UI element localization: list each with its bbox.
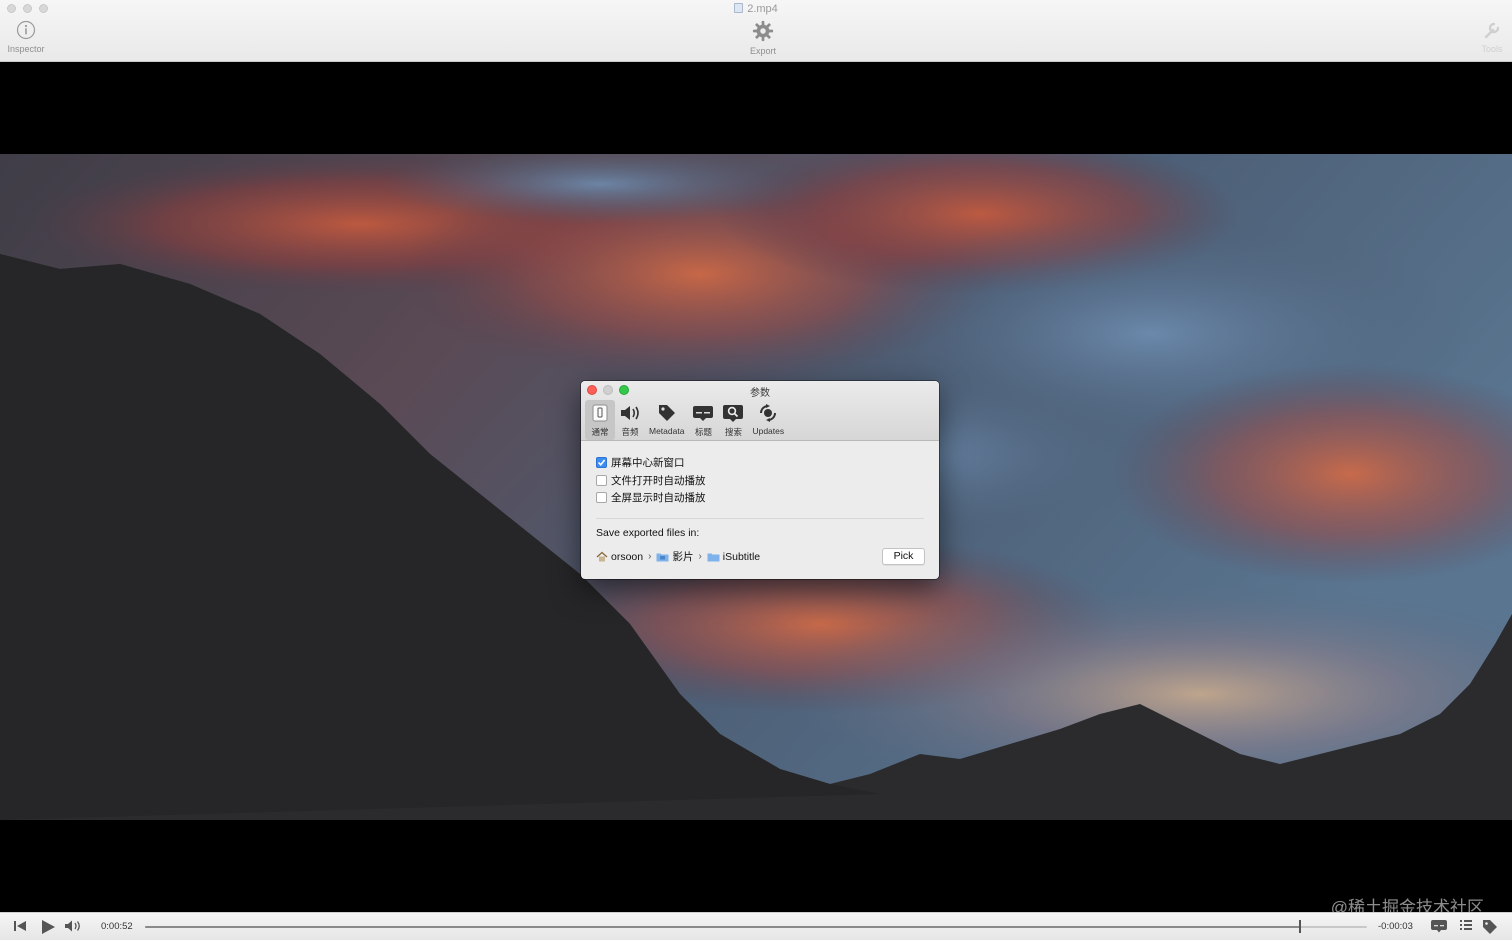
divider <box>596 517 924 519</box>
checkbox-autoplay-on-open[interactable] <box>596 474 607 486</box>
tab-metadata[interactable]: Metadata <box>645 400 688 440</box>
path-segment-isubtitle-label: iSubtitle <box>722 550 761 563</box>
tools-label: Tools <box>1481 44 1503 54</box>
switch-icon <box>589 403 611 423</box>
checkmark-icon <box>597 459 606 467</box>
preferences-dialog: 参数 通常 音频 Metadata 标题 搜索 Updates 屏幕中心新窗口 … <box>581 381 939 579</box>
inspector-button[interactable]: Inspector <box>4 20 48 54</box>
document-icon <box>734 3 744 13</box>
tab-metadata-label: Metadata <box>649 426 685 436</box>
path-segment-home[interactable]: orsoon <box>596 551 643 563</box>
tab-subtitles[interactable]: 标题 <box>688 400 718 440</box>
option-autoplay-on-open[interactable]: 文件打开时自动播放 <box>596 472 924 490</box>
option-center-new-window[interactable]: 屏幕中心新窗口 <box>596 454 924 472</box>
tab-general[interactable]: 通常 <box>585 400 615 440</box>
playback-scrubber[interactable] <box>145 920 1367 933</box>
subtitle-icon <box>1431 920 1447 933</box>
dialog-title: 参数 <box>750 388 770 399</box>
subtitle-icon <box>692 403 714 423</box>
chapters-button[interactable] <box>1459 919 1473 931</box>
playback-controls: 0:00:52 -0:00:03 <box>0 912 1512 940</box>
tools-button[interactable]: Tools <box>1476 20 1508 54</box>
speaker-icon <box>619 403 641 423</box>
tab-updates[interactable]: Updates <box>748 400 788 440</box>
scrubber-progress <box>145 926 1300 928</box>
option-autoplay-fullscreen-label: 全屏显示时自动播放 <box>611 492 706 505</box>
refresh-icon <box>757 403 779 423</box>
info-icon <box>16 20 36 40</box>
folder-icon <box>656 552 669 562</box>
preferences-tabs: 通常 音频 Metadata 标题 搜索 Updates <box>585 400 788 440</box>
option-autoplay-fullscreen[interactable]: 全屏显示时自动播放 <box>596 489 924 507</box>
tab-updates-label: Updates <box>752 426 785 436</box>
wrench-icon <box>1484 22 1500 39</box>
skip-back-icon <box>14 921 26 931</box>
save-path-control[interactable]: orsoon › 影片 › iSubtitle Pick <box>596 547 925 567</box>
skip-back-button[interactable] <box>12 919 28 933</box>
tab-subtitles-label: 标题 <box>694 427 712 437</box>
preferences-toolbar: 参数 通常 音频 Metadata 标题 搜索 Updates <box>581 381 939 441</box>
inspector-label: Inspector <box>7 44 45 54</box>
volume-icon <box>65 920 80 932</box>
search-icon <box>722 403 744 423</box>
home-icon <box>596 551 608 562</box>
remaining-time: -0:00:03 <box>1378 921 1413 932</box>
path-segment-isubtitle[interactable]: iSubtitle <box>707 551 760 563</box>
tab-audio[interactable]: 音频 <box>615 400 645 440</box>
checkbox-center-new-window[interactable] <box>596 457 607 469</box>
play-icon <box>42 920 55 934</box>
path-segment-movies-label: 影片 <box>672 551 694 563</box>
checkbox-autoplay-fullscreen[interactable] <box>596 492 607 504</box>
tab-search[interactable]: 搜索 <box>718 400 748 440</box>
tag-icon <box>656 403 678 423</box>
path-chevron-icon: › <box>648 551 652 562</box>
tab-search-label: 搜索 <box>724 427 742 437</box>
gear-icon <box>752 20 774 42</box>
path-segment-home-label: orsoon <box>611 550 644 563</box>
window-title: 2.mp4 <box>0 3 1512 15</box>
play-button[interactable] <box>40 919 56 935</box>
tab-general-label: 通常 <box>591 427 609 437</box>
option-autoplay-on-open-label: 文件打开时自动播放 <box>611 474 706 487</box>
list-icon <box>1460 920 1472 930</box>
path-chevron-icon: › <box>698 551 702 562</box>
scrubber-playhead[interactable] <box>1298 920 1301 933</box>
tab-audio-label: 音频 <box>621 427 639 437</box>
save-location-label: Save exported files in: <box>596 526 700 539</box>
metadata-button[interactable] <box>1482 919 1498 935</box>
subtitles-button[interactable] <box>1430 919 1448 933</box>
elapsed-time: 0:00:52 <box>101 921 133 932</box>
pick-folder-button[interactable]: Pick <box>882 547 925 565</box>
window-toolbar: 2.mp4 Inspector Export Tools <box>0 0 1512 62</box>
tag-icon <box>1483 920 1497 934</box>
export-label: Export <box>749 46 776 56</box>
export-button[interactable]: Export <box>741 20 785 56</box>
path-segment-movies[interactable]: 影片 <box>656 549 693 564</box>
folder-icon <box>707 552 720 562</box>
volume-button[interactable] <box>64 919 84 933</box>
preferences-general-pane: 屏幕中心新窗口 文件打开时自动播放 全屏显示时自动播放 Save exporte… <box>581 441 939 567</box>
option-center-new-window-label: 屏幕中心新窗口 <box>611 457 685 470</box>
window-title-text: 2.mp4 <box>747 3 778 15</box>
